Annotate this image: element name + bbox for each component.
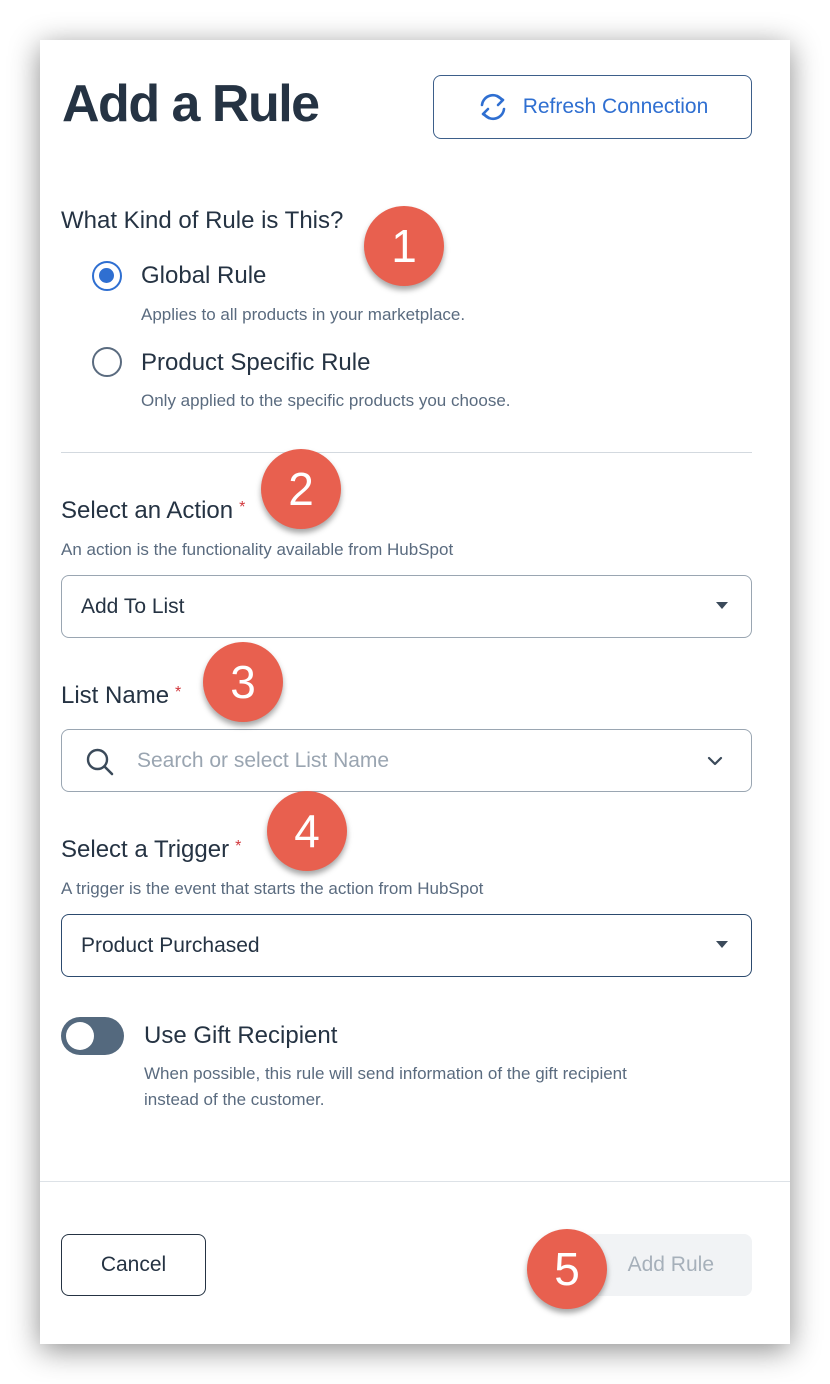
required-marker: * [175,684,182,701]
gift-recipient-description-line1: When possible, this rule will send infor… [144,1064,627,1083]
action-select[interactable]: Add To List [61,575,752,638]
section-divider [61,452,752,453]
callout-badge-1: 1 [364,206,444,286]
search-icon [85,747,115,782]
caret-down-icon [716,941,728,948]
callout-badge-2: 2 [261,449,341,529]
rule-kind-label: What Kind of Rule is This? [61,207,344,234]
gift-recipient-label: Use Gift Recipient [144,1022,338,1049]
toggle-knob [66,1022,94,1050]
caret-down-icon [716,602,728,609]
trigger-select[interactable]: Product Purchased [61,914,752,977]
list-name-search-select[interactable]: Search or select List Name [61,729,752,792]
list-name-label: List Name * [61,682,181,710]
cancel-button[interactable]: Cancel [61,1234,206,1296]
gift-recipient-description-line2: instead of the customer. [144,1090,325,1109]
action-select-value: Add To List [81,595,185,618]
action-help: An action is the functionality available… [61,540,454,559]
callout-badge-4: 4 [267,791,347,871]
required-marker: * [239,499,246,516]
product-specific-rule-radio[interactable] [92,347,122,377]
product-specific-rule-description: Only applied to the specific products yo… [141,391,511,410]
callout-badge-3: 3 [203,642,283,722]
list-name-label-text: List Name [61,682,170,709]
gift-recipient-toggle[interactable] [61,1017,124,1055]
trigger-label: Select a Trigger * [61,836,241,864]
global-rule-description: Applies to all products in your marketpl… [141,305,466,324]
trigger-label-text: Select a Trigger [61,836,230,863]
global-rule-label[interactable]: Global Rule [141,262,266,290]
required-marker: * [235,838,242,855]
refresh-connection-label: Refresh Connection [522,95,709,118]
list-name-placeholder: Search or select List Name [137,749,390,772]
product-specific-rule-label[interactable]: Product Specific Rule [141,349,370,377]
trigger-help: A trigger is the event that starts the a… [61,879,484,898]
action-label: Select an Action * [61,497,245,525]
footer-divider [40,1181,790,1182]
action-label-text: Select an Action [61,497,234,524]
trigger-select-value: Product Purchased [81,934,260,957]
page-title: Add a Rule [62,75,320,133]
chevron-down-icon [707,754,723,772]
refresh-icon [477,93,509,121]
callout-badge-5: 5 [527,1229,607,1309]
refresh-connection-button[interactable]: Refresh Connection [433,75,752,139]
global-rule-radio[interactable] [92,261,122,291]
